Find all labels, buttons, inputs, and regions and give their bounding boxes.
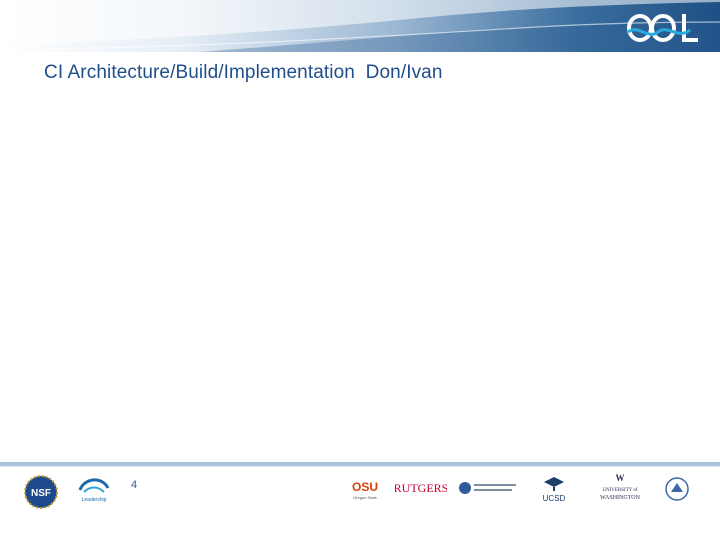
header-wave-graphic (0, 0, 720, 52)
svg-text:WASHINGTON: WASHINGTON (600, 495, 641, 501)
svg-text:Leadership: Leadership (82, 497, 107, 503)
ucsd-logo: UCSD (543, 477, 566, 503)
svg-text:Oregon State: Oregon State (353, 495, 378, 500)
svg-text:OSU: OSU (352, 480, 378, 494)
whoi-logo (459, 482, 516, 494)
ocean-leadership-logo: Leadership (78, 478, 110, 503)
ooi-logo (627, 14, 698, 42)
nsf-logo: NSF (24, 475, 58, 509)
svg-text:W: W (616, 473, 625, 483)
osu-logo: OSU Oregon State (352, 480, 378, 500)
slide-title: CI Architecture/Build/Implementation Don… (44, 62, 443, 83)
svg-text:RUTGERS: RUTGERS (395, 481, 447, 495)
scripps-seal-logo (665, 477, 689, 501)
rutgers-logo: RUTGERS (395, 481, 447, 495)
university-of-washington-logo: W UNIVERSITY of WASHINGTON (600, 473, 641, 501)
footer-divider-thin (0, 466, 720, 467)
svg-text:UNIVERSITY of: UNIVERSITY of (602, 488, 638, 493)
header-band (0, 0, 720, 52)
svg-text:UCSD: UCSD (543, 494, 566, 503)
slide-number: 4 (131, 479, 138, 491)
svg-text:NSF: NSF (31, 488, 51, 499)
